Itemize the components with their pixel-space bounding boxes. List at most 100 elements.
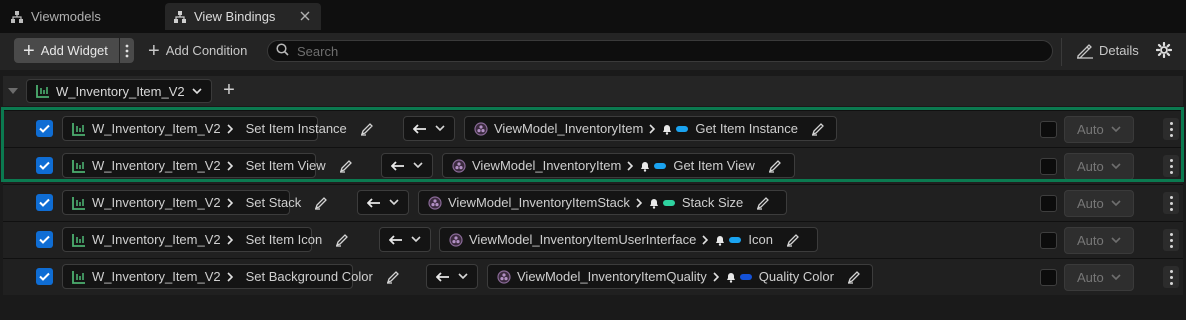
arrow-left-icon [413, 123, 427, 134]
viewmodel-icon [474, 121, 488, 136]
tab-viewmodels[interactable]: Viewmodels [0, 3, 164, 30]
widget-icon [36, 84, 50, 98]
condition-checkbox[interactable] [1040, 195, 1057, 212]
widget-property: Set Background Color [245, 269, 373, 284]
widget-property: Set Item Instance [245, 121, 347, 136]
binding-row[interactable]: W_Inventory_Item_V2 Set Stack ViewModel_… [3, 184, 1183, 221]
close-icon[interactable] [297, 8, 313, 24]
chevron-down-icon [1111, 237, 1121, 244]
direction-dropdown[interactable] [381, 153, 433, 178]
widget-icon [72, 270, 86, 284]
enabled-checkbox[interactable] [36, 268, 53, 285]
widget-binding-field[interactable]: W_Inventory_Item_V2 Set Stack [62, 190, 328, 215]
binding-row[interactable]: W_Inventory_Item_V2 Set Item Icon ViewMo… [3, 221, 1183, 258]
chevron-right-icon [227, 271, 233, 282]
direction-dropdown[interactable] [357, 190, 409, 215]
execution-mode-dropdown[interactable]: Auto [1064, 190, 1134, 217]
enabled-checkbox[interactable] [36, 157, 53, 174]
condition-checkbox[interactable] [1040, 121, 1057, 138]
viewmodel-property: Icon [748, 232, 773, 247]
details-button[interactable]: Details [1076, 38, 1139, 63]
pencil-icon[interactable] [768, 159, 782, 173]
viewmodel-name: ViewModel_InventoryItem [494, 121, 644, 136]
pencil-icon[interactable] [339, 159, 353, 173]
execution-mode-dropdown[interactable]: Auto [1064, 153, 1134, 180]
widget-binding-field[interactable]: W_Inventory_Item_V2 Set Item View [62, 153, 352, 178]
widget-binding-field[interactable]: W_Inventory_Item_V2 Set Item Icon [62, 227, 349, 252]
hierarchy-icon [10, 10, 24, 24]
direction-dropdown[interactable] [379, 227, 431, 252]
execution-mode-dropdown[interactable]: Auto [1064, 116, 1134, 143]
widget-name: W_Inventory_Item_V2 [92, 269, 221, 284]
chevron-down-icon [435, 125, 445, 132]
chevron-right-icon [227, 197, 233, 208]
widget-selector-dropdown[interactable]: W_Inventory_Item_V2 [26, 79, 212, 103]
execution-mode-label: Auto [1077, 122, 1104, 137]
row-options-button[interactable] [1163, 155, 1179, 177]
pin-icon [676, 125, 689, 132]
viewmodel-property: Stack Size [681, 195, 744, 210]
add-condition-button[interactable]: + Add Condition [148, 38, 247, 63]
arrow-left-icon [391, 160, 405, 171]
row-options-button[interactable] [1163, 229, 1179, 251]
viewmodel-binding-field[interactable]: ViewModel_InventoryItem Get Item Instanc… [464, 116, 837, 141]
pencil-icon[interactable] [386, 270, 400, 284]
condition-checkbox[interactable] [1040, 158, 1057, 175]
arrow-left-icon [389, 234, 403, 245]
pencil-icon[interactable] [360, 122, 374, 136]
binding-row[interactable]: W_Inventory_Item_V2 Set Item Instance Vi… [3, 110, 1183, 147]
viewmodel-binding-field[interactable]: ViewModel_InventoryItem Get Item View [442, 153, 795, 178]
chevron-right-icon [702, 234, 709, 245]
widget-binding-field[interactable]: W_Inventory_Item_V2 Set Background Color [62, 264, 399, 289]
enabled-checkbox[interactable] [36, 194, 53, 211]
add-binding-button[interactable]: + [220, 80, 238, 100]
row-options-button[interactable] [1163, 266, 1179, 288]
tab-label: View Bindings [194, 9, 276, 24]
condition-checkbox[interactable] [1040, 269, 1057, 286]
expand-arrow-icon[interactable] [8, 88, 18, 94]
pencil-icon[interactable] [314, 196, 328, 210]
gear-icon[interactable] [1154, 40, 1174, 60]
tab-bar: Viewmodels View Bindings [0, 0, 1186, 33]
viewmodel-binding-field[interactable]: ViewModel_InventoryItemUserInterface Ico… [439, 227, 818, 252]
chevron-right-icon [713, 271, 719, 282]
pencil-icon[interactable] [811, 122, 825, 136]
row-options-button[interactable] [1163, 118, 1179, 140]
widget-binding-field[interactable]: W_Inventory_Item_V2 Set Item Instance [62, 116, 373, 141]
chevron-right-icon [227, 234, 233, 245]
viewmodel-property: Get Item View [673, 158, 755, 173]
add-widget-options-button[interactable] [120, 38, 134, 63]
search-box [267, 40, 1053, 62]
chevron-down-icon [413, 162, 423, 169]
chevron-down-icon [1111, 200, 1121, 207]
pencil-icon[interactable] [335, 233, 349, 247]
chevron-right-icon [627, 160, 634, 171]
execution-mode-dropdown[interactable]: Auto [1064, 227, 1134, 254]
add-condition-label: Add Condition [165, 43, 248, 58]
binding-row[interactable]: W_Inventory_Item_V2 Set Item View ViewMo… [3, 147, 1183, 184]
widget-name: W_Inventory_Item_V2 [92, 195, 221, 210]
viewmodel-icon [497, 269, 511, 284]
chevron-down-icon [389, 199, 399, 206]
enabled-checkbox[interactable] [36, 231, 53, 248]
viewmodel-binding-field[interactable]: ViewModel_InventoryItemStack Stack Size [418, 190, 787, 215]
pencil-icon[interactable] [786, 233, 800, 247]
execution-mode-dropdown[interactable]: Auto [1064, 264, 1134, 291]
direction-dropdown[interactable] [403, 116, 455, 141]
direction-dropdown[interactable] [426, 264, 478, 289]
tab-view-bindings[interactable]: View Bindings [165, 3, 321, 30]
row-options-button[interactable] [1163, 192, 1179, 214]
pencil-icon[interactable] [756, 196, 770, 210]
enabled-checkbox[interactable] [36, 120, 53, 137]
add-widget-button[interactable]: + Add Widget [14, 38, 119, 63]
condition-checkbox[interactable] [1040, 232, 1057, 249]
widget-property: Set Stack [245, 195, 302, 210]
viewmodel-property: Get Item Instance [695, 121, 798, 136]
viewmodel-name: ViewModel_InventoryItem [472, 158, 622, 173]
viewmodel-name: ViewModel_InventoryItemStack [448, 195, 630, 210]
binding-row[interactable]: W_Inventory_Item_V2 Set Background Color… [3, 258, 1183, 295]
search-input[interactable] [297, 43, 997, 59]
viewmodel-binding-field[interactable]: ViewModel_InventoryItemQuality Quality C… [487, 264, 873, 289]
widget-icon [72, 159, 86, 173]
pencil-icon[interactable] [847, 270, 861, 284]
